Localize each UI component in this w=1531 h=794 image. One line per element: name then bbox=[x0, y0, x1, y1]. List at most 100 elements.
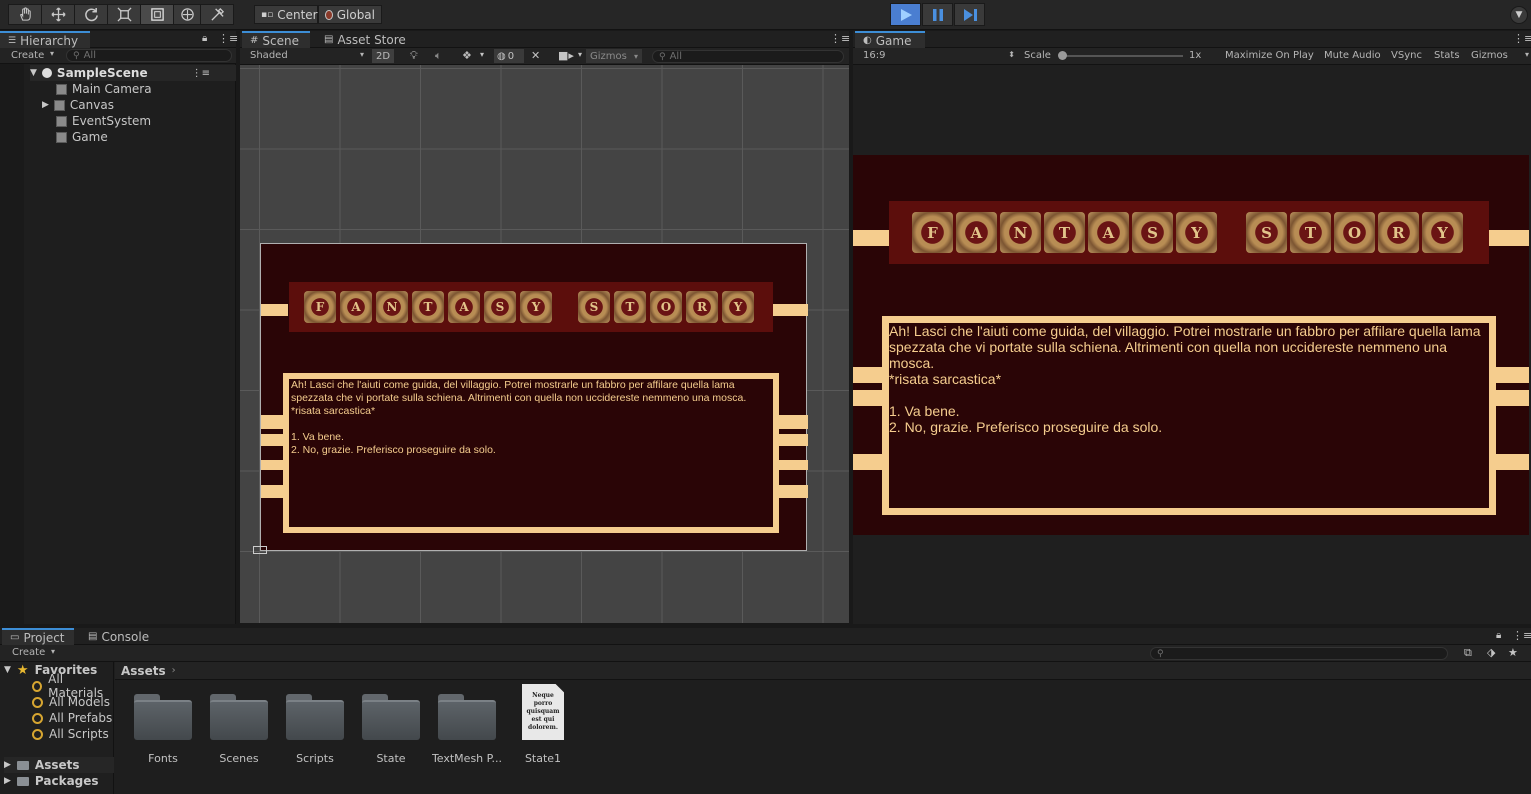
hand-icon bbox=[19, 7, 31, 21]
scale-slider-track[interactable] bbox=[1061, 55, 1183, 57]
tab-asset-store[interactable]: ▤ Asset Store bbox=[316, 31, 416, 48]
vsync-toggle[interactable]: VSync bbox=[1391, 50, 1422, 61]
favorite-label: All Models bbox=[49, 695, 110, 709]
lighting-icon[interactable]: 💡︎ bbox=[410, 49, 418, 63]
transform-tool-button[interactable] bbox=[173, 4, 201, 25]
effects-icon[interactable]: ❖ bbox=[462, 49, 472, 62]
breadcrumb-assets[interactable]: Assets bbox=[121, 664, 166, 678]
account-dropdown[interactable]: ▼ bbox=[1510, 6, 1528, 24]
tab-project[interactable]: ▭ Project bbox=[2, 628, 74, 645]
collapsed-arrow-icon[interactable]: ▶ bbox=[42, 100, 49, 110]
search-icon bbox=[32, 696, 43, 708]
favorite-item-scripts[interactable]: All Scripts bbox=[32, 726, 109, 742]
audio-icon[interactable]: 🔈︎ bbox=[435, 49, 442, 63]
expand-arrow-icon[interactable]: ▼ bbox=[4, 665, 11, 675]
collapsed-arrow-icon[interactable]: ▶ bbox=[4, 776, 11, 786]
hierarchy-item-canvas[interactable]: ▶ Canvas bbox=[42, 97, 114, 113]
step-button[interactable] bbox=[954, 3, 985, 26]
asset-folder-scripts[interactable]: Scripts bbox=[277, 694, 353, 765]
pause-button[interactable] bbox=[922, 3, 953, 26]
favorite-item-materials[interactable]: All Materials bbox=[32, 672, 113, 700]
project-create-button[interactable]: Create bbox=[12, 647, 45, 658]
project-search-input[interactable]: ⚲ bbox=[1150, 647, 1448, 660]
panel-menu-icon[interactable]: ⋮≡ bbox=[830, 32, 850, 45]
rect-tool-button[interactable] bbox=[140, 4, 174, 25]
collapsed-arrow-icon[interactable]: ▶ bbox=[4, 760, 11, 770]
search-icon: ⚲ bbox=[659, 51, 666, 62]
hand-tool-button[interactable] bbox=[8, 4, 42, 25]
search-icon bbox=[32, 680, 43, 692]
stats-toggle[interactable]: Stats bbox=[1434, 50, 1460, 61]
scene-search-input[interactable]: ⚲ All bbox=[652, 50, 844, 63]
play-button[interactable] bbox=[890, 3, 921, 26]
tab-scene[interactable]: # Scene bbox=[242, 31, 310, 48]
favorite-item-models[interactable]: All Models bbox=[32, 694, 110, 710]
move-tool-button[interactable] bbox=[41, 4, 75, 25]
scene-viewport[interactable]: FANTASYSTORY Ah! Lasci che l'aiuti come … bbox=[240, 65, 849, 623]
hierarchy-item-eventsystem[interactable]: EventSystem bbox=[56, 113, 151, 129]
tab-hierarchy[interactable]: ☰ Hierarchy bbox=[0, 31, 90, 48]
custom-tool-button[interactable] bbox=[200, 4, 234, 25]
space-toggle-button[interactable]: Global bbox=[318, 5, 382, 24]
chevron-updown-icon: ⬍ bbox=[1008, 50, 1015, 59]
asset-folder-fonts[interactable]: Fonts bbox=[125, 694, 201, 765]
gizmos-dropdown[interactable]: Gizmos ▾ bbox=[586, 49, 642, 63]
camera-icon[interactable]: ■▸ bbox=[558, 49, 574, 62]
hierarchy-tabbar: ☰ Hierarchy 🔒︎ ⋮≡ bbox=[0, 31, 238, 48]
maximize-on-play-toggle[interactable]: Maximize On Play bbox=[1225, 50, 1314, 61]
filter-by-type-icon[interactable]: ⧉ bbox=[1464, 646, 1472, 660]
scale-label: Scale bbox=[1024, 50, 1051, 61]
panel-menu-icon[interactable]: ⋮≡ bbox=[1512, 629, 1531, 642]
game-panel: ◐ Game ⋮≡ 16:9 ⬍ Scale 1x Maximize On Pl… bbox=[853, 31, 1531, 624]
filter-by-label-icon[interactable]: ⬗ bbox=[1487, 646, 1495, 659]
aspect-dropdown[interactable]: 16:9 ⬍ bbox=[863, 50, 1015, 61]
project-folder-tree: ▼ ★ Favorites All Materials All Models A… bbox=[0, 662, 114, 794]
shading-mode-dropdown[interactable]: Shaded ▾ bbox=[250, 50, 364, 61]
tree-item-packages[interactable]: ▶ Packages bbox=[4, 773, 99, 789]
project-tabbar: ▭ Project ▤ Console 🔒︎ ⋮≡ bbox=[0, 628, 1531, 645]
folder-icon: ▭ bbox=[10, 632, 20, 643]
scene-canvas-preview[interactable]: FANTASYSTORY Ah! Lasci che l'aiuti come … bbox=[260, 243, 808, 551]
hidden-objects-toggle[interactable]: ◍ 0 bbox=[494, 49, 524, 63]
scene-row[interactable]: ▼ SampleScene ⋮≡ bbox=[30, 65, 236, 81]
game-title-banner: FANTASYSTORY bbox=[889, 201, 1489, 264]
game-view[interactable]: FANTASYSTORY Ah! Lasci che l'aiuti come … bbox=[853, 155, 1529, 535]
lock-icon[interactable]: 🔒︎ bbox=[1496, 630, 1501, 641]
panel-menu-icon[interactable]: ⋮≡ bbox=[218, 32, 238, 45]
tree-item-assets[interactable]: ▶ Assets bbox=[4, 757, 114, 773]
favorite-item-prefabs[interactable]: All Prefabs bbox=[32, 710, 112, 726]
scale-slider-handle[interactable] bbox=[1058, 51, 1067, 60]
favorite-star-icon[interactable]: ★ bbox=[1508, 646, 1518, 659]
pivot-toggle-button[interactable]: ▪▫ Center bbox=[254, 5, 318, 24]
decor-stripe bbox=[1496, 454, 1529, 470]
hierarchy-item-main-camera[interactable]: Main Camera bbox=[56, 81, 152, 97]
game-controlbar: 16:9 ⬍ Scale 1x Maximize On Play Mute Au… bbox=[853, 48, 1531, 65]
asset-folder-scenes[interactable]: Scenes bbox=[201, 694, 277, 765]
main-toolbar: ▪▫ Center Global ▼ bbox=[0, 0, 1531, 30]
asset-folder-state[interactable]: State bbox=[353, 694, 429, 765]
game-gizmos-dropdown[interactable]: Gizmos ▾ bbox=[1471, 50, 1529, 61]
tab-console[interactable]: ▤ Console bbox=[80, 628, 160, 645]
asset-folder-textmesh-pro[interactable]: TextMesh P... bbox=[429, 694, 505, 765]
decor-stripe bbox=[777, 434, 808, 446]
canvas-anchor-handle[interactable] bbox=[253, 546, 267, 554]
hierarchy-search-input[interactable]: ⚲ All bbox=[66, 49, 232, 62]
scale-tool-button[interactable] bbox=[107, 4, 141, 25]
asset-state1[interactable]: Neque porro quisquam est qui dolorem. St… bbox=[505, 684, 581, 765]
panel-menu-icon[interactable]: ⋮≡ bbox=[1513, 32, 1531, 45]
lock-icon[interactable]: 🔒︎ bbox=[202, 33, 207, 44]
tools-icon bbox=[210, 7, 224, 21]
tab-game[interactable]: ◐ Game bbox=[855, 31, 925, 48]
toggle-2d-button[interactable]: 2D bbox=[372, 49, 394, 63]
tree-item-label: Assets bbox=[34, 758, 80, 772]
scene-menu-icon[interactable]: ⋮≡ bbox=[192, 68, 210, 79]
game-dialog-text: Ah! Lasci che l'aiuti come guida, del vi… bbox=[882, 316, 1496, 515]
hierarchy-create-button[interactable]: Create bbox=[11, 50, 44, 61]
hierarchy-item-game[interactable]: Game bbox=[56, 129, 108, 145]
hierarchy-item-label: EventSystem bbox=[72, 114, 152, 128]
rotate-tool-button[interactable] bbox=[74, 4, 108, 25]
tools-icon[interactable]: ✕ bbox=[531, 49, 540, 62]
expand-arrow-icon[interactable]: ▼ bbox=[30, 68, 37, 78]
folder-icon bbox=[16, 760, 29, 770]
mute-audio-toggle[interactable]: Mute Audio bbox=[1324, 50, 1381, 61]
